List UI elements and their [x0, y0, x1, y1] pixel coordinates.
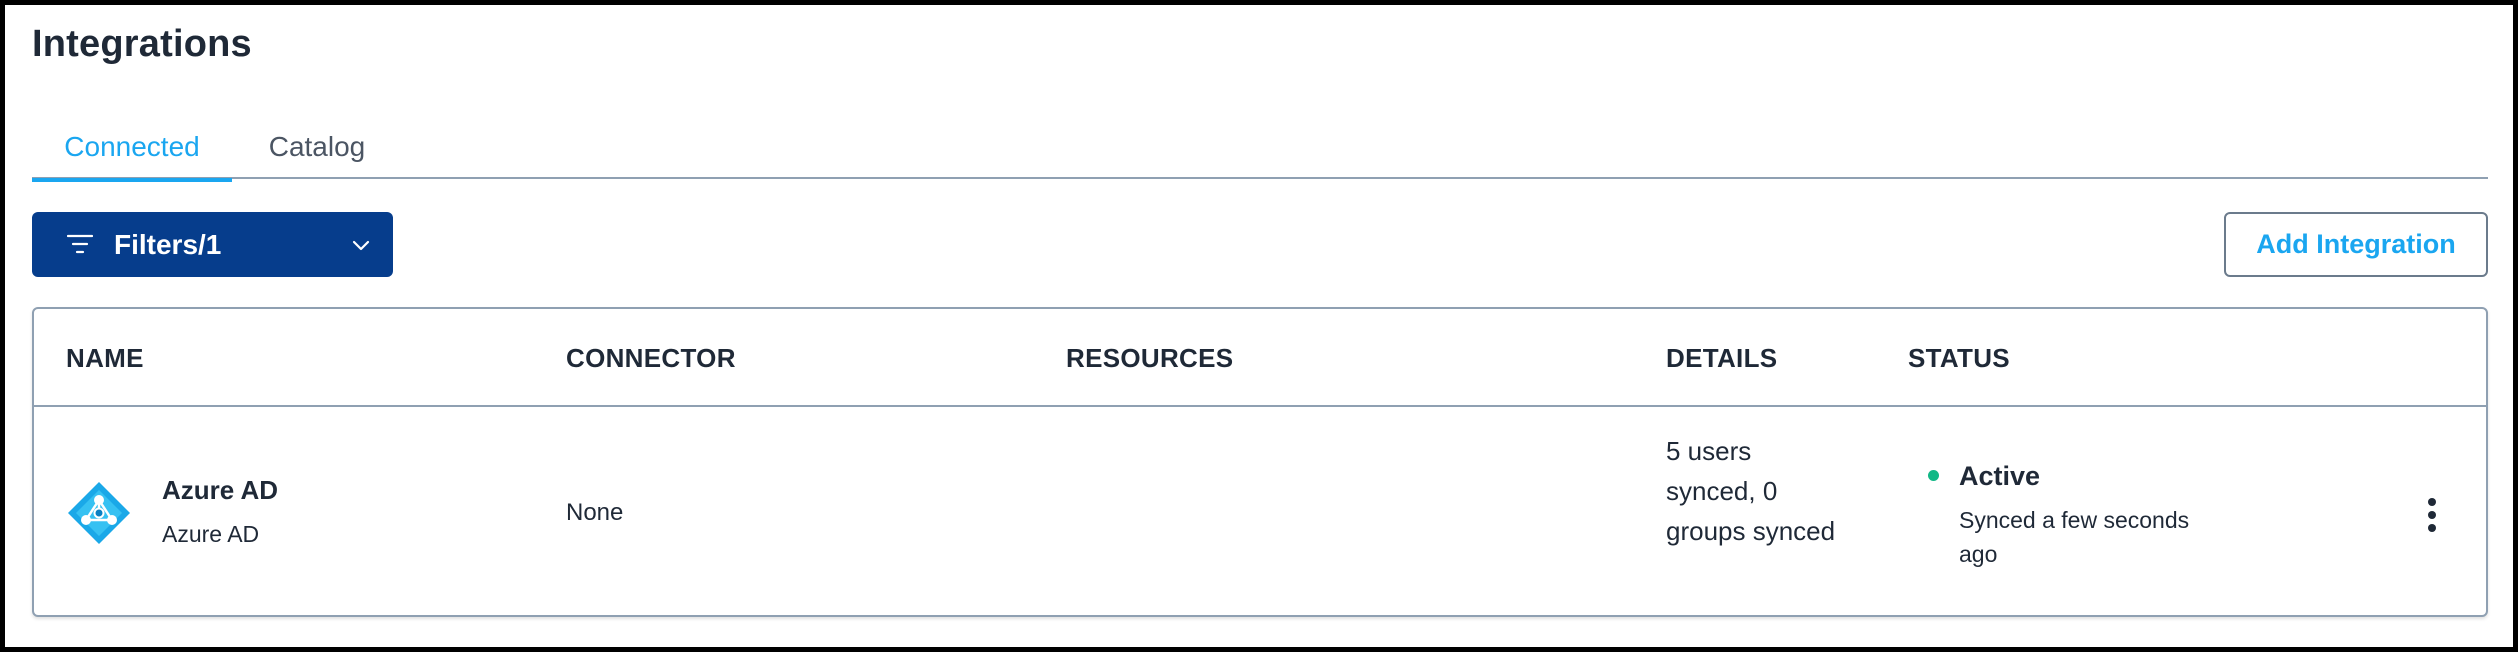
- filters-button[interactable]: Filters/1: [32, 212, 393, 277]
- filters-label: Filters/1: [114, 229, 222, 260]
- integration-subname: Azure AD: [162, 521, 260, 547]
- column-header-connector[interactable]: CONNECTOR: [566, 309, 736, 407]
- status-label: Active: [1959, 461, 2041, 491]
- azure-ad-icon: [68, 482, 130, 544]
- tab-connected[interactable]: Connected: [32, 115, 232, 182]
- status-dot-icon: [1928, 470, 1939, 481]
- column-header-resources[interactable]: RESOURCES: [1066, 309, 1233, 407]
- filter-lines-icon: [67, 234, 93, 254]
- integration-name[interactable]: Azure AD: [162, 475, 278, 506]
- integrations-table: NAME CONNECTOR RESOURCES DETAILS STATUS …: [32, 307, 2488, 617]
- column-header-details[interactable]: DETAILS: [1666, 309, 1777, 407]
- details-cell: 5 users synced, 0 groups synced: [1666, 436, 1836, 546]
- add-integration-button[interactable]: Add Integration: [2224, 212, 2488, 277]
- tab-bar: Connected Catalog: [32, 115, 2488, 182]
- column-header-status[interactable]: STATUS: [1908, 309, 2010, 407]
- table-row[interactable]: Azure AD Azure AD None 5 users synced, 0…: [34, 409, 2486, 617]
- column-header-name[interactable]: NAME: [66, 309, 144, 407]
- chevron-down-icon: [352, 240, 370, 251]
- status-detail: Synced a few seconds ago: [1959, 507, 2190, 567]
- page-title: Integrations: [32, 23, 252, 65]
- tab-catalog[interactable]: Catalog: [242, 115, 392, 179]
- connector-cell: None: [566, 499, 624, 526]
- kebab-menu-icon[interactable]: [2420, 495, 2444, 535]
- integrations-page: Integrations Connected Catalog Filters/1…: [0, 0, 2518, 652]
- table-header: NAME CONNECTOR RESOURCES DETAILS STATUS: [34, 309, 2486, 407]
